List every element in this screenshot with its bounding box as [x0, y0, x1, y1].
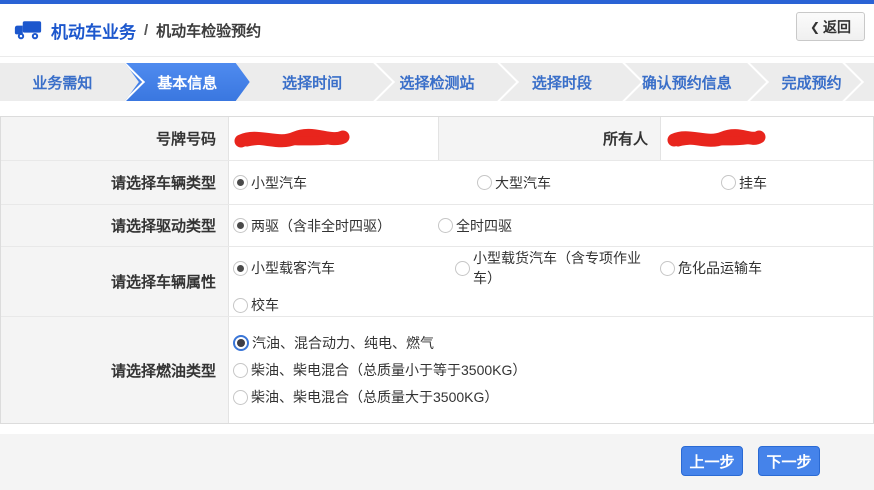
- option-label: 挂车: [739, 173, 767, 193]
- step-label: 选择检测站: [400, 72, 475, 93]
- vehicle-attr-options: 小型载客汽车 小型载货汽车（含专项作业车） 危化品运输车 校车: [229, 247, 873, 316]
- radio-icon: [233, 363, 248, 378]
- option-label: 危化品运输车: [678, 258, 762, 278]
- vehicle-type-options: 小型汽车 大型汽车 挂车: [229, 161, 873, 204]
- page-title: 机动车业务: [51, 18, 136, 43]
- chevron-left-icon: ❮: [810, 20, 820, 34]
- step-label: 基本信息: [157, 72, 217, 93]
- option-trailer[interactable]: 挂车: [721, 173, 767, 193]
- step-complete[interactable]: 完成预约: [749, 63, 874, 101]
- radio-selected-icon: [233, 335, 249, 351]
- radio-icon: [660, 261, 675, 276]
- option-small-passenger[interactable]: 小型载客汽车: [233, 258, 455, 278]
- option-hazmat-transport[interactable]: 危化品运输车: [660, 258, 762, 278]
- radio-icon: [233, 390, 248, 405]
- appointment-form: 号牌号码 所有人 请选择车辆类型 小型汽车: [0, 116, 874, 424]
- radio-selected-icon: [233, 175, 248, 190]
- back-button-label: 返回: [823, 17, 851, 37]
- options-line: 汽油、混合动力、纯电、燃气: [233, 333, 873, 353]
- option-small-car[interactable]: 小型汽车: [233, 173, 477, 193]
- option-two-wheel-drive[interactable]: 两驱（含非全时四驱）: [233, 216, 438, 236]
- step-label: 选择时段: [532, 72, 592, 93]
- breadcrumb-divider: /: [144, 22, 148, 39]
- step-label: 选择时间: [282, 72, 342, 93]
- truck-icon: [14, 19, 42, 41]
- option-label: 柴油、柴电混合（总质量小于等于3500KG）: [251, 360, 526, 380]
- option-label: 汽油、混合动力、纯电、燃气: [252, 333, 434, 353]
- fuel-type-label: 请选择燃油类型: [1, 317, 229, 423]
- option-label: 小型汽车: [251, 173, 307, 193]
- fuel-type-options: 汽油、混合动力、纯电、燃气 柴油、柴电混合（总质量小于等于3500KG） 柴油、…: [229, 317, 873, 423]
- option-full-time-4wd[interactable]: 全时四驱: [438, 216, 512, 236]
- drive-type-options: 两驱（含非全时四驱） 全时四驱: [229, 205, 873, 246]
- radio-icon: [477, 175, 492, 190]
- option-diesel-over-3500kg[interactable]: 柴油、柴电混合（总质量大于3500KG）: [233, 387, 498, 407]
- step-basic-info[interactable]: 基本信息: [125, 63, 250, 101]
- step-business-notice[interactable]: 业务需知: [0, 63, 125, 101]
- option-label: 小型载客汽车: [251, 258, 335, 278]
- page-header: 机动车业务 / 机动车检验预约 ❮ 返回: [0, 4, 874, 57]
- vehicle-attr-label: 请选择车辆属性: [1, 247, 229, 316]
- plate-number-value: [229, 117, 438, 160]
- step-label: 业务需知: [32, 72, 92, 93]
- option-label: 校车: [251, 295, 279, 315]
- row-vehicle-type: 请选择车辆类型 小型汽车 大型汽车 挂车: [1, 161, 873, 205]
- option-label: 柴油、柴电混合（总质量大于3500KG）: [251, 387, 498, 407]
- drive-type-label: 请选择驱动类型: [1, 205, 229, 246]
- row-drive-type: 请选择驱动类型 两驱（含非全时四驱） 全时四驱: [1, 205, 873, 247]
- options-line: 柴油、柴电混合（总质量大于3500KG）: [233, 387, 873, 407]
- radio-icon: [233, 298, 248, 313]
- option-small-cargo[interactable]: 小型载货汽车（含专项作业车）: [455, 248, 660, 288]
- footer-actions: 上一步 下一步: [0, 434, 874, 490]
- option-large-car[interactable]: 大型汽车: [477, 173, 721, 193]
- previous-step-button[interactable]: 上一步: [681, 446, 743, 476]
- owner-value: [661, 117, 873, 160]
- radio-selected-icon: [233, 218, 248, 233]
- option-label: 全时四驱: [456, 216, 512, 236]
- option-diesel-under-3500kg[interactable]: 柴油、柴电混合（总质量小于等于3500KG）: [233, 360, 526, 380]
- options-line: 小型载客汽车 小型载货汽车（含专项作业车） 危化品运输车: [233, 248, 873, 288]
- row-vehicle-attr: 请选择车辆属性 小型载客汽车 小型载货汽车（含专项作业车） 危化品运输车: [1, 247, 873, 317]
- option-label: 小型载货汽车（含专项作业车）: [473, 248, 660, 288]
- step-label: 确认预约信息: [642, 72, 732, 93]
- option-label: 两驱（含非全时四驱）: [251, 216, 391, 236]
- row-plate-owner: 号牌号码 所有人: [1, 117, 873, 161]
- options-line: 校车: [233, 295, 873, 315]
- radio-icon: [438, 218, 453, 233]
- radio-icon: [455, 261, 470, 276]
- radio-icon: [721, 175, 736, 190]
- option-school-bus[interactable]: 校车: [233, 295, 279, 315]
- row-fuel-type: 请选择燃油类型 汽油、混合动力、纯电、燃气 柴油、柴电混合（总质量小于等于350…: [1, 317, 873, 423]
- vehicle-inspection-appointment-page: 机动车业务 / 机动车检验预约 ❮ 返回 业务需知 基本信息 选择时间 选择检测…: [0, 0, 874, 490]
- option-gasoline-hybrid-electric-gas[interactable]: 汽油、混合动力、纯电、燃气: [233, 333, 434, 353]
- redaction-scribble: [665, 126, 767, 152]
- redaction-scribble: [233, 126, 351, 152]
- breadcrumb-current: 机动车检验预约: [156, 20, 261, 41]
- progress-steps: 业务需知 基本信息 选择时间 选择检测站 选择时段 确认预约信息 完成预约: [0, 63, 874, 101]
- owner-label: 所有人: [438, 117, 661, 160]
- next-step-button[interactable]: 下一步: [758, 446, 820, 476]
- plate-number-label: 号牌号码: [1, 117, 229, 160]
- options-line: 柴油、柴电混合（总质量小于等于3500KG）: [233, 360, 873, 380]
- option-label: 大型汽车: [495, 173, 551, 193]
- radio-selected-icon: [233, 261, 248, 276]
- step-label: 完成预约: [782, 72, 842, 93]
- back-button[interactable]: ❮ 返回: [796, 12, 865, 41]
- vehicle-type-label: 请选择车辆类型: [1, 161, 229, 204]
